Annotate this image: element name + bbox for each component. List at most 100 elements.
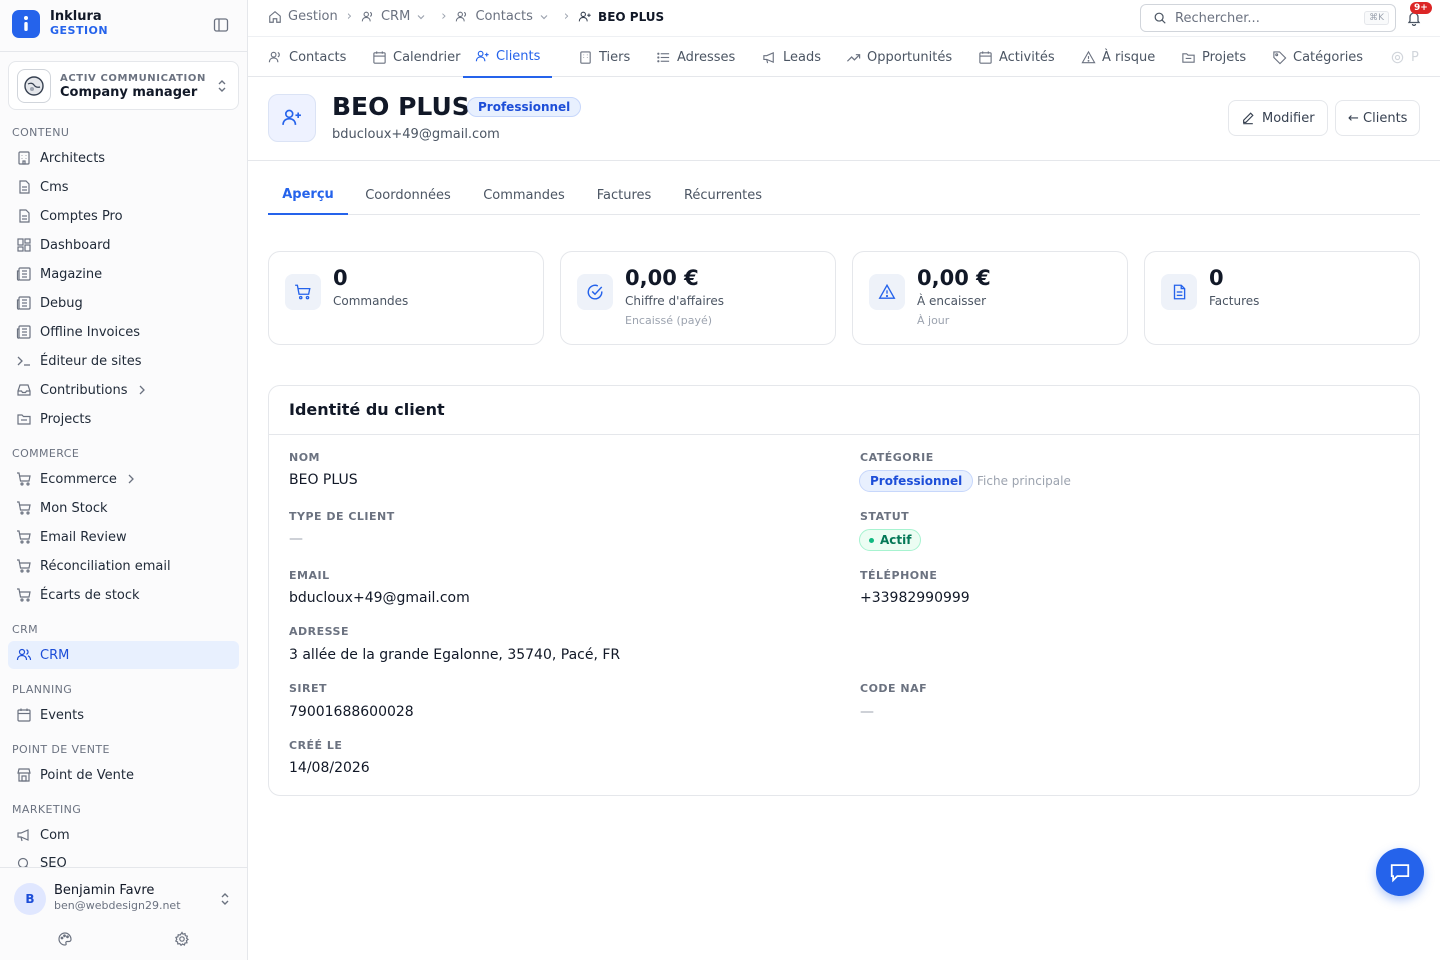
tab-opportunites[interactable]: Opportunités xyxy=(846,37,952,77)
back-button-label: ← Clients xyxy=(1348,110,1408,126)
terminal-icon xyxy=(17,356,30,366)
breadcrumb-contacts[interactable]: Contacts xyxy=(455,9,554,24)
calendar-icon xyxy=(979,50,992,64)
tab-calendrier[interactable]: Calendrier xyxy=(372,37,460,77)
nav-comptes-pro[interactable]: Comptes Pro xyxy=(8,202,239,230)
chat-button[interactable] xyxy=(1376,848,1424,896)
nav-reconciliation-email[interactable]: Réconciliation email xyxy=(8,552,239,580)
back-to-clients-button[interactable]: ← Clients xyxy=(1335,100,1421,136)
stat-label: Chiffre d'affaires xyxy=(625,294,724,308)
client-header: BEO PLUS Professionnel bducloux+49@gmail… xyxy=(248,77,1440,161)
notification-badge: 9+ xyxy=(1410,2,1432,14)
tab-activites[interactable]: Activités xyxy=(978,37,1055,77)
chevron-right-icon: › xyxy=(346,9,352,24)
tab-leads[interactable]: Leads xyxy=(762,37,821,77)
stat-value: 0 xyxy=(1209,266,1224,290)
user-menu[interactable]: B Benjamin Favre ben@webdesign29.net xyxy=(0,867,247,960)
nav-crm[interactable]: CRM xyxy=(8,641,239,669)
sidebar-toggle-icon[interactable] xyxy=(213,17,229,33)
nav-ecommerce[interactable]: Ecommerce xyxy=(8,465,239,493)
organization-switcher[interactable]: ACTIV COMMUNICATION Company manager xyxy=(8,61,239,110)
cart-icon xyxy=(17,472,31,486)
megaphone-icon xyxy=(17,829,29,842)
chevron-right-icon xyxy=(128,474,134,484)
newspaper-icon xyxy=(16,325,31,339)
tab-adresses[interactable]: Adresses xyxy=(656,37,735,77)
nav-com[interactable]: Com xyxy=(8,821,239,849)
user-email: ben@webdesign29.net xyxy=(54,899,181,912)
settings-gear-icon[interactable] xyxy=(174,931,190,947)
brand[interactable]: Inklura GESTION xyxy=(12,10,108,38)
tab-recurrentes[interactable]: Récurrentes xyxy=(673,176,773,215)
user-plus-icon xyxy=(578,11,591,21)
divider xyxy=(269,434,1419,435)
breadcrumb-current: BEO PLUS xyxy=(578,10,664,24)
chevrons-up-down-icon xyxy=(219,892,231,906)
stat-card-factures: 0 Factures xyxy=(1144,251,1420,345)
tab-more-truncated[interactable]: P xyxy=(1390,37,1419,77)
brand-subtitle: GESTION xyxy=(50,24,109,37)
chevron-down-icon[interactable] xyxy=(539,12,549,22)
nav-cms[interactable]: Cms xyxy=(8,173,239,201)
tab-contacts[interactable]: Contacts xyxy=(268,37,346,77)
breadcrumb-crm[interactable]: CRM xyxy=(361,9,432,24)
calendar-icon xyxy=(17,708,31,722)
tab-clients[interactable]: Clients xyxy=(463,37,553,78)
file-icon xyxy=(19,180,30,194)
nav-contributions[interactable]: Contributions xyxy=(8,376,239,404)
stat-card-a-encaisser: 0,00 € À encaisser À jour xyxy=(852,251,1128,345)
inbox-icon xyxy=(17,384,31,396)
breadcrumb-label: Gestion xyxy=(288,9,338,24)
category-badge: Professionnel xyxy=(859,470,974,492)
nav-editeur-de-sites[interactable]: Éditeur de sites xyxy=(8,347,239,375)
nav-ecarts-de-stock[interactable]: Écarts de stock xyxy=(8,581,239,609)
field-label-type: TYPE DE CLIENT xyxy=(289,510,395,523)
nav-magazine[interactable]: Magazine xyxy=(8,260,239,288)
stat-label: À encaisser xyxy=(917,294,987,308)
nav-point-de-vente[interactable]: Point de Vente xyxy=(8,761,239,789)
tab-apercu[interactable]: Aperçu xyxy=(268,176,348,215)
edit-button[interactable]: Modifier xyxy=(1228,100,1328,136)
tab-categories[interactable]: Catégories xyxy=(1272,37,1363,77)
list-icon xyxy=(657,52,670,62)
tab-label: Clients xyxy=(496,49,541,64)
breadcrumb-gestion[interactable]: Gestion xyxy=(268,9,338,24)
category-note: Fiche principale xyxy=(977,474,1071,488)
message-square-icon xyxy=(1390,864,1410,883)
building-icon xyxy=(18,151,30,165)
nav-email-review[interactable]: Email Review xyxy=(8,523,239,551)
brand-logo-icon xyxy=(12,10,40,38)
chevron-down-icon[interactable] xyxy=(416,12,426,22)
tab-a-risque[interactable]: À risque xyxy=(1081,37,1155,77)
search-icon xyxy=(1154,12,1166,24)
edit-button-label: Modifier xyxy=(1262,110,1315,126)
tab-factures[interactable]: Factures xyxy=(588,176,660,215)
settings-gear-icon xyxy=(1391,51,1404,63)
nav-label: Contributions xyxy=(40,382,128,398)
palette-icon[interactable] xyxy=(57,931,73,947)
nav-projects[interactable]: Projects xyxy=(8,405,239,433)
brand-name: Inklura xyxy=(50,9,102,24)
stat-label: Factures xyxy=(1209,294,1260,308)
crm-module-tabs: Contacts Calendrier Clients Tiers Adress… xyxy=(248,36,1440,78)
section-marketing: MARKETING xyxy=(12,803,82,816)
trending-up-icon xyxy=(846,53,861,62)
tab-commandes[interactable]: Commandes xyxy=(473,176,575,215)
tab-tiers[interactable]: Tiers xyxy=(578,37,630,77)
nav-architects[interactable]: Architects xyxy=(8,144,239,172)
field-value-siret: 79001688600028 xyxy=(289,704,414,720)
nav-events[interactable]: Events xyxy=(8,701,239,729)
nav-mon-stock[interactable]: Mon Stock xyxy=(8,494,239,522)
nav-label: Écarts de stock xyxy=(40,587,140,603)
tab-projets[interactable]: Projets xyxy=(1181,37,1246,77)
nav-debug[interactable]: Debug xyxy=(8,289,239,317)
search-icon xyxy=(17,857,29,867)
nav-label: Events xyxy=(40,707,85,723)
nav-label: Éditeur de sites xyxy=(40,353,142,369)
tab-coordonnees[interactable]: Coordonnées xyxy=(358,176,458,215)
check-circle-icon xyxy=(577,274,613,310)
nav-dashboard[interactable]: Dashboard xyxy=(8,231,239,259)
search-input[interactable]: Rechercher... ⌘K xyxy=(1140,4,1396,32)
nav-seo[interactable]: SEO xyxy=(8,850,239,867)
nav-offline-invoices[interactable]: Offline Invoices xyxy=(8,318,239,346)
